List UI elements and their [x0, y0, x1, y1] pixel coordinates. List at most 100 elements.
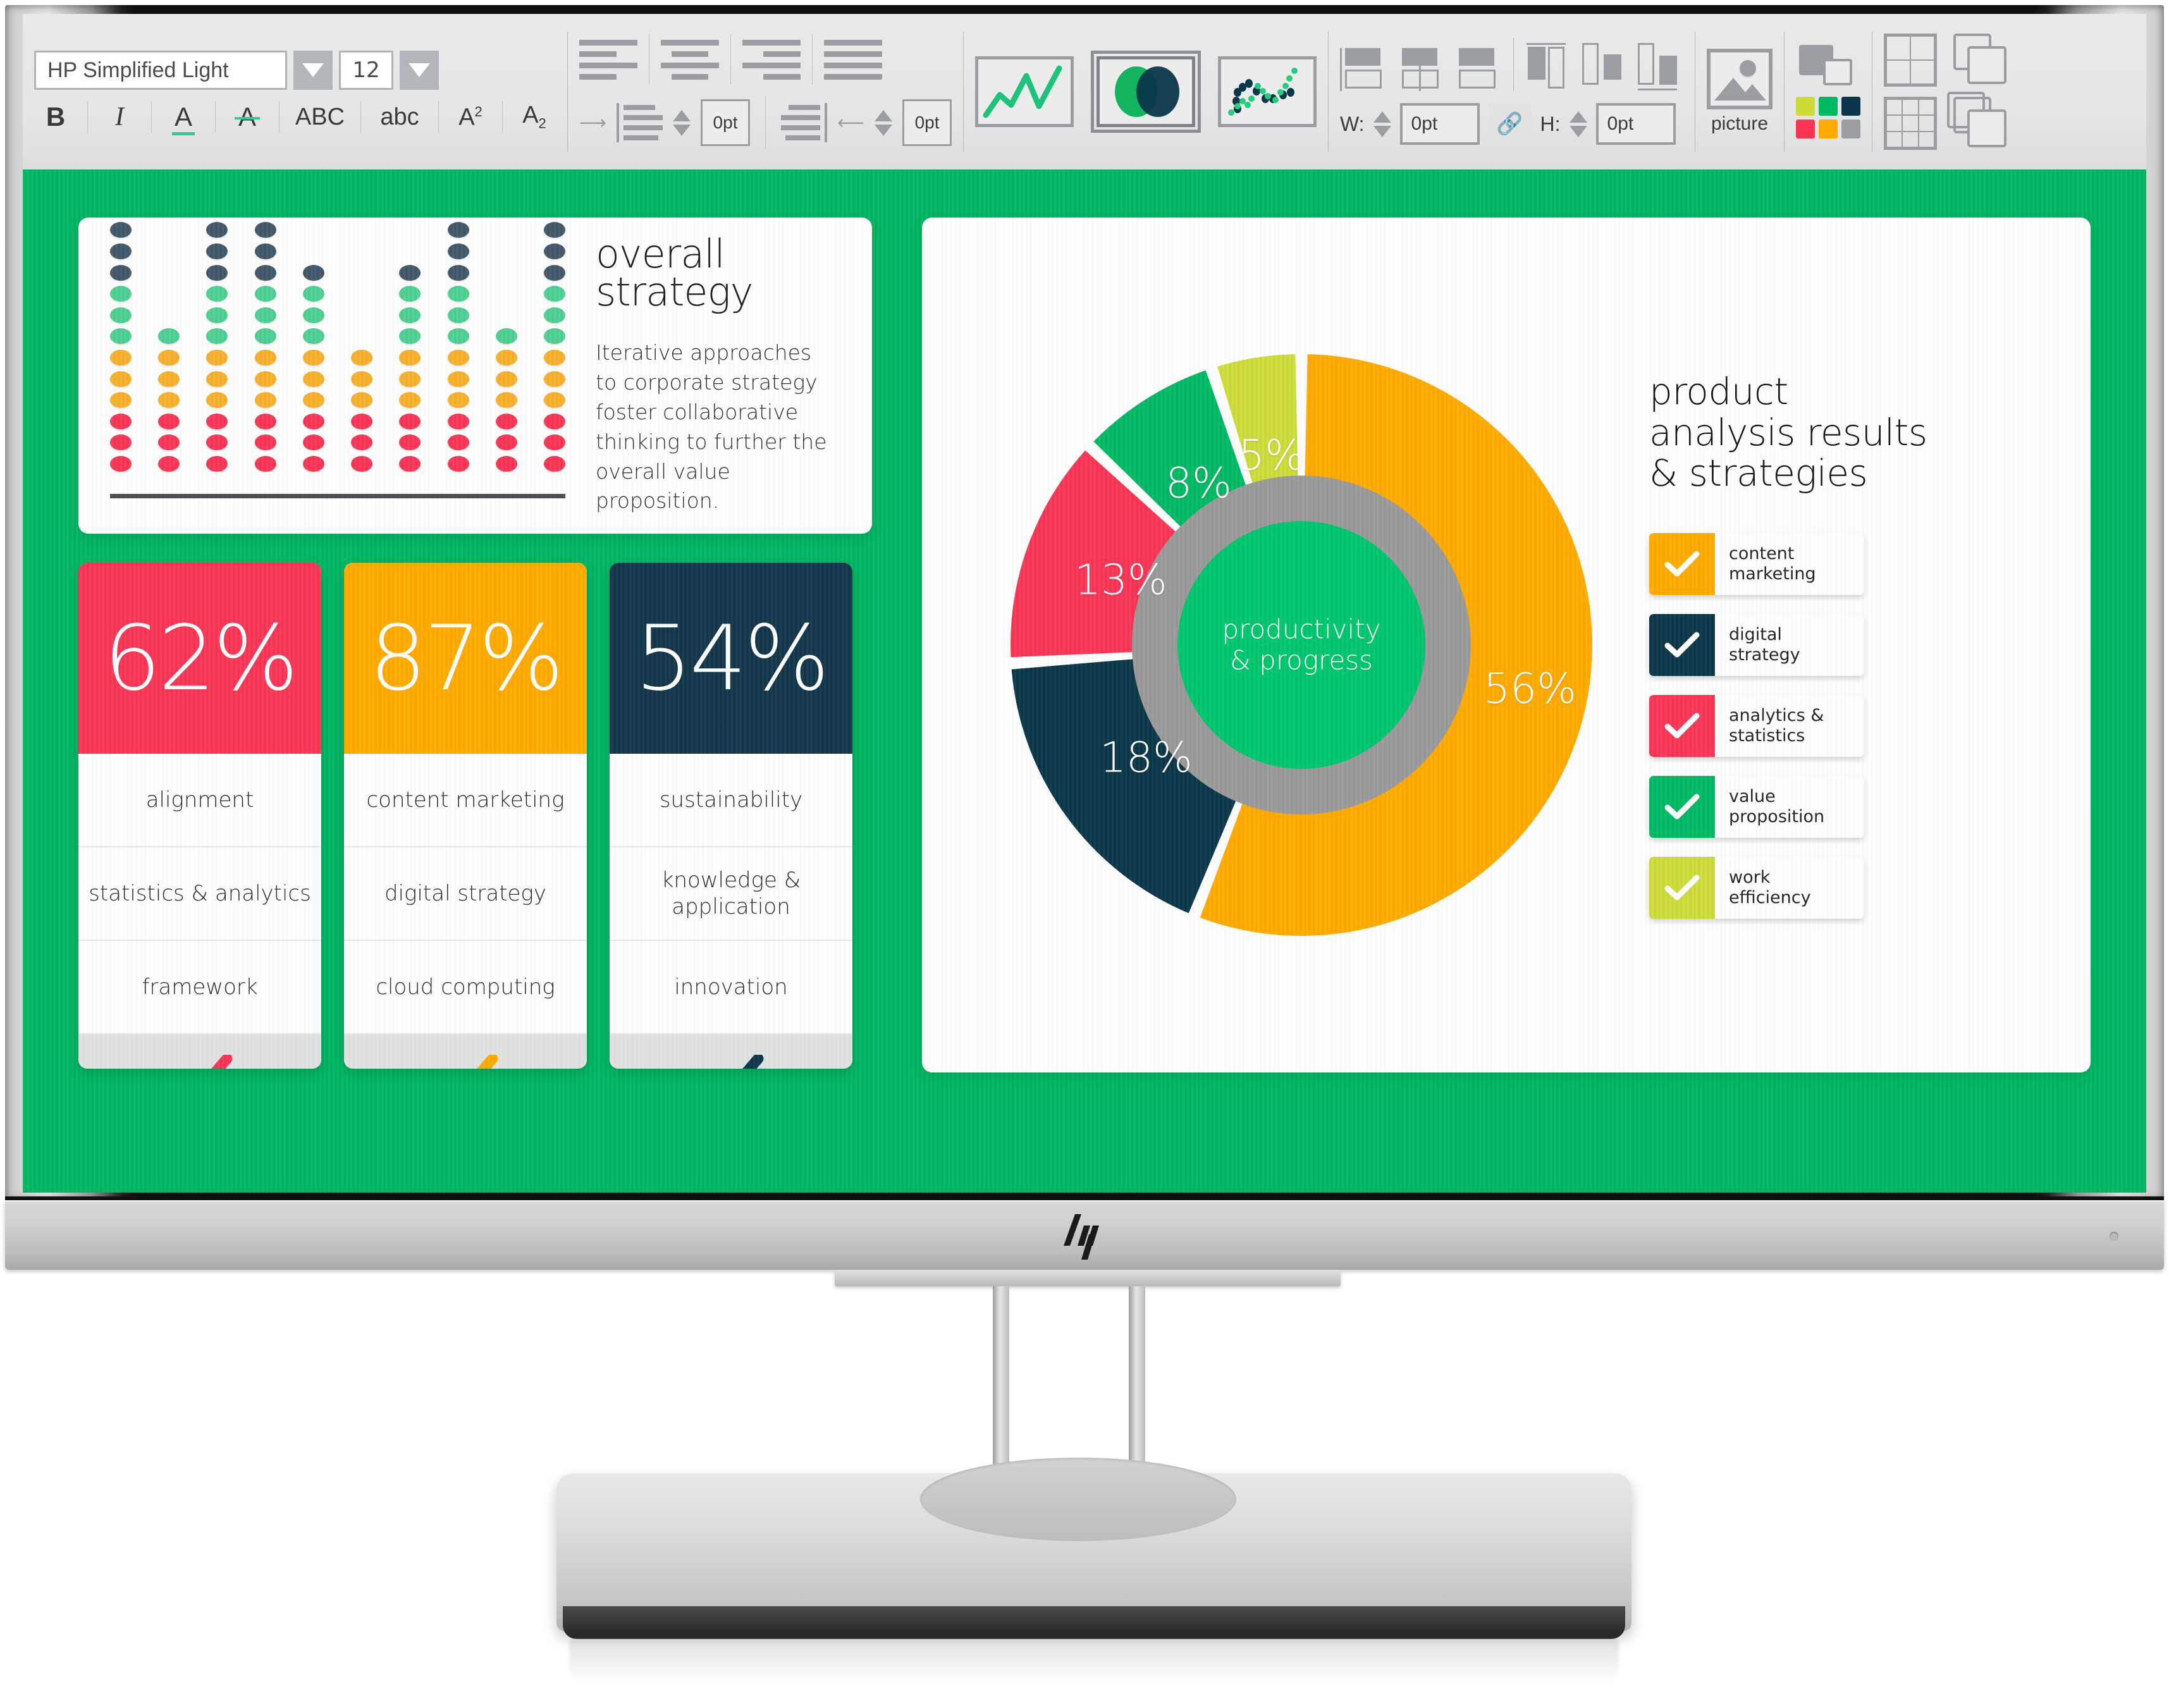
outdent-stepper[interactable] [875, 109, 893, 136]
increase-indent-button[interactable] [617, 103, 663, 142]
swatch-gray[interactable] [1841, 120, 1861, 138]
chart-dot [351, 434, 373, 451]
uppercase-button[interactable]: ABC [290, 105, 350, 129]
legend-item-analytics-statistics[interactable]: analytics & statistics [1649, 695, 1864, 758]
legend-item-value-proposition[interactable]: value proposition [1649, 776, 1864, 839]
strikethrough-button[interactable]: A [226, 104, 269, 130]
duplicate-slide-button[interactable] [1953, 34, 2009, 87]
swatch-lime[interactable] [1796, 97, 1816, 116]
donut-chart: productivity & progress 56% 18% 13% 8% 5% [998, 341, 1605, 949]
chart-dot [110, 434, 132, 451]
shape-arrange-button[interactable] [1799, 45, 1857, 87]
duplicate-multiple-button[interactable] [1947, 92, 2009, 150]
kpi-check-footer[interactable] [78, 1035, 321, 1069]
legend-item-content-marketing[interactable]: content marketing [1649, 533, 1864, 596]
align-object-left-button[interactable] [1340, 48, 1387, 91]
dot-column [206, 222, 228, 472]
indent-value-input[interactable]: 0pt [701, 99, 751, 146]
swatch-navy[interactable] [1841, 97, 1861, 116]
bold-button[interactable]: B [34, 104, 77, 130]
color-swatches[interactable] [1796, 97, 1861, 138]
align-object-bottom-button[interactable] [1638, 43, 1683, 91]
insert-picture-button[interactable]: picture [1707, 49, 1773, 135]
subscript-button[interactable]: A2 [513, 103, 556, 131]
legend-checkbox[interactable] [1649, 695, 1715, 758]
check-icon [1664, 551, 1700, 577]
underline-button[interactable]: A [162, 104, 205, 135]
swatch-red[interactable] [1796, 120, 1816, 138]
chart-dot [351, 456, 373, 472]
legend-checkbox[interactable] [1649, 857, 1715, 919]
chart-dot [254, 243, 276, 260]
toolbar: HP Simplified Light 12 B I A A ABC abc A… [23, 14, 2146, 169]
overall-strategy-title: overall strategy [596, 230, 753, 316]
chart-dot [158, 328, 180, 345]
superscript-button[interactable]: A2 [449, 104, 492, 129]
dot-column [110, 222, 132, 472]
align-justify-button[interactable] [824, 35, 882, 84]
width-input[interactable]: 0pt [1399, 103, 1480, 145]
power-led-icon [2110, 1232, 2118, 1241]
lowercase-button[interactable]: abc [371, 105, 428, 129]
chart-dot [447, 371, 469, 387]
link-aspect-ratio-button[interactable]: 🔗 [1488, 102, 1532, 145]
donut-center-label: productivity & progress [1222, 613, 1381, 675]
font-size-dropdown-button[interactable] [400, 51, 439, 90]
dot-column-chart [110, 222, 565, 498]
venn-chart-button[interactable] [1091, 51, 1201, 133]
line-chart-button[interactable] [975, 56, 1074, 127]
chart-dot [110, 222, 132, 238]
chart-dot [206, 392, 228, 409]
legend-item-work-efficiency[interactable]: work efficiency [1649, 857, 1864, 919]
align-left-button[interactable] [579, 35, 637, 84]
chart-dot [302, 413, 324, 429]
align-object-right-button[interactable] [1454, 48, 1501, 91]
layout-2x2-button[interactable] [1884, 34, 1938, 87]
font-name-dropdown-button[interactable] [293, 51, 333, 90]
decrease-indent-button[interactable] [781, 103, 828, 142]
chart-dot [254, 371, 276, 387]
align-center-button[interactable] [661, 35, 719, 84]
font-name-input[interactable]: HP Simplified Light [34, 51, 287, 90]
outdent-value-input[interactable]: 0pt [902, 99, 952, 146]
kpi-check-footer[interactable] [344, 1035, 587, 1069]
align-right-button[interactable] [742, 35, 801, 84]
indent-stepper[interactable] [673, 109, 691, 136]
chart-dot [110, 286, 132, 302]
kpi-card[interactable]: 87% content marketing digital strategy c… [344, 563, 587, 1069]
pie-legend: content marketing digital strategy analy… [1649, 533, 2010, 919]
swatch-green[interactable] [1819, 97, 1838, 116]
chart-dot [447, 222, 469, 238]
chart-dot [447, 413, 469, 429]
kpi-check-footer[interactable] [610, 1035, 852, 1069]
chart-dot [254, 392, 276, 409]
legend-checkbox[interactable] [1649, 776, 1715, 839]
font-size-input[interactable]: 12 [339, 51, 393, 90]
align-object-center-button[interactable] [1397, 48, 1444, 91]
chart-dot [254, 434, 276, 451]
swatch-orange[interactable] [1819, 120, 1838, 138]
height-stepper[interactable] [1569, 111, 1587, 137]
kpi-card[interactable]: 62% alignment statistics & analytics fra… [78, 563, 321, 1069]
chart-dot [399, 434, 421, 451]
legend-item-digital-strategy[interactable]: digital strategy [1649, 614, 1864, 677]
legend-checkbox[interactable] [1649, 533, 1715, 596]
chart-dot [399, 456, 421, 472]
divider [151, 101, 152, 133]
layout-3x3-button[interactable] [1884, 97, 1938, 150]
align-object-top-button[interactable] [1527, 43, 1572, 91]
height-input[interactable]: 0pt [1595, 103, 1676, 145]
chart-dot [399, 264, 421, 281]
width-stepper[interactable] [1373, 111, 1391, 137]
chart-dot [351, 371, 373, 387]
legend-checkbox[interactable] [1649, 614, 1715, 677]
check-icon [742, 1055, 764, 1069]
kpi-card[interactable]: 54% sustainability knowledge & applicati… [610, 563, 852, 1069]
screen: HP Simplified Light 12 B I A A ABC abc A… [23, 14, 2146, 1193]
chart-dot [206, 222, 228, 238]
italic-button[interactable]: I [98, 104, 141, 130]
align-object-middle-button[interactable] [1582, 43, 1628, 91]
dot-column [399, 264, 421, 472]
dot-column [351, 350, 373, 472]
scatter-chart-button[interactable] [1218, 56, 1317, 127]
